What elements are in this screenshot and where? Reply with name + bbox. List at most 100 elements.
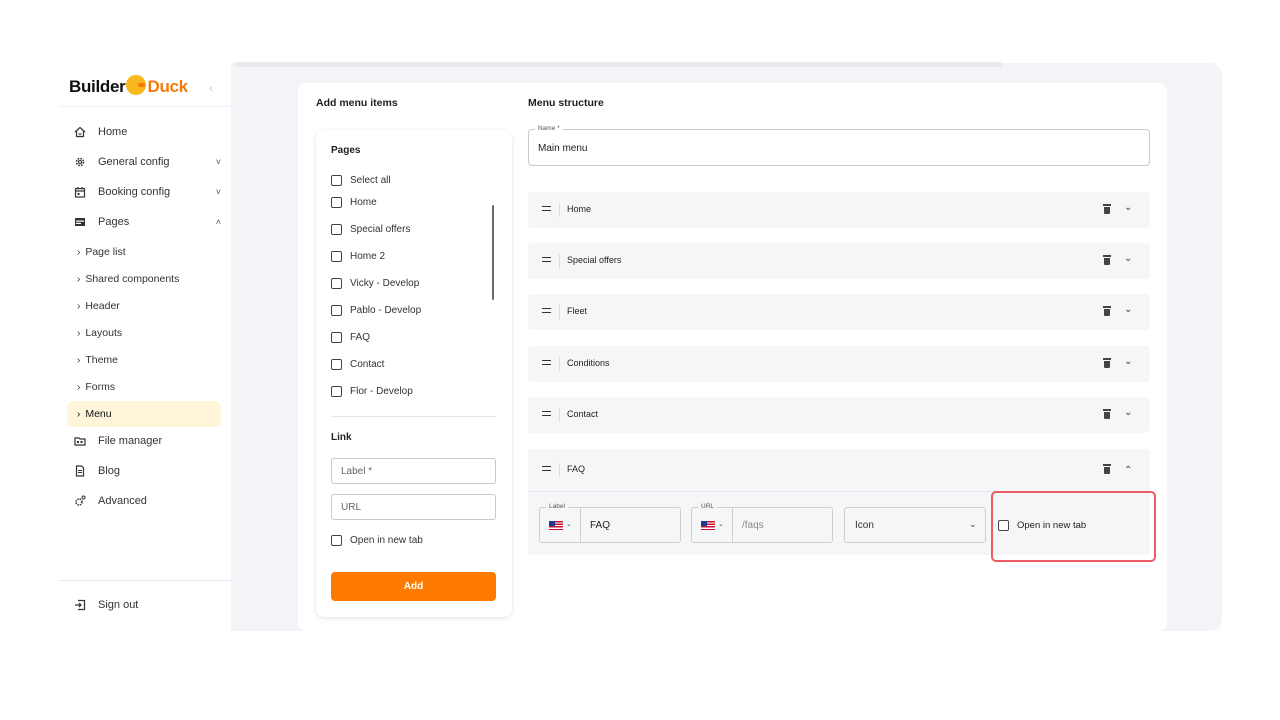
brand-logo[interactable]: Builder Duck: [69, 75, 188, 97]
chevron-down-icon[interactable]: ⌄: [718, 520, 724, 528]
checkbox-box[interactable]: [331, 174, 342, 186]
link-open-new-tab-checkbox[interactable]: Open in new tab: [331, 533, 423, 547]
chevron-right-icon: ›: [77, 273, 81, 285]
sidebar-item-label: File manager: [98, 435, 163, 447]
sidebar-item-advanced[interactable]: Advanced: [73, 491, 223, 511]
sidebar-subitem-theme[interactable]: › Theme: [77, 351, 118, 369]
page-checkbox-vicky-develop[interactable]: Vicky - Develop: [331, 276, 419, 290]
trash-icon[interactable]: [1103, 255, 1111, 265]
checkbox-label: Vicky - Develop: [350, 277, 420, 289]
sidebar-subitem-page-list[interactable]: › Page list: [77, 243, 126, 261]
page-checkbox-home-2[interactable]: Home 2: [331, 249, 385, 263]
sidebar-item-general-config[interactable]: General config ˅: [73, 152, 223, 172]
chevron-left-icon[interactable]: ‹: [209, 81, 213, 95]
chevron-right-icon: ›: [77, 300, 81, 312]
menu-row-special-offers[interactable]: Special offers ⌄: [528, 243, 1150, 279]
chevron-down-icon: ˅: [215, 187, 221, 197]
menu-row-fleet[interactable]: Fleet ⌄: [528, 294, 1150, 330]
icon-select-value: Icon: [855, 520, 874, 531]
icon-select[interactable]: Icon ⌄: [844, 507, 986, 543]
add-button[interactable]: Add: [331, 572, 496, 601]
drag-handle-icon[interactable]: [542, 360, 551, 365]
checkbox-label: Special offers: [350, 223, 411, 235]
page-checkbox-flor-develop[interactable]: Flor - Develop: [331, 384, 413, 398]
checkbox-label: Open in new tab: [350, 534, 423, 546]
menu-name-legend: Name *: [535, 125, 563, 132]
top-scroll-strip: [235, 62, 1002, 67]
menu-row-home[interactable]: Home ⌄: [528, 192, 1150, 228]
pages-list-scrollbar[interactable]: [492, 205, 494, 300]
page-checkbox-home[interactable]: Home: [331, 195, 377, 209]
page-checkbox-contact[interactable]: Contact: [331, 357, 384, 371]
faq-url-field[interactable]: URL ⌄ /faqs: [691, 503, 833, 543]
trash-icon[interactable]: [1103, 464, 1111, 474]
checkbox-box[interactable]: [331, 277, 342, 289]
pages-icon: [73, 215, 87, 229]
field-separator: [732, 508, 733, 542]
sidebar-subitem-header[interactable]: › Header: [77, 297, 120, 315]
checkbox-box[interactable]: [331, 331, 342, 343]
us-flag-icon[interactable]: [549, 521, 563, 530]
trash-icon[interactable]: [1103, 358, 1111, 368]
checkbox-box[interactable]: [331, 223, 342, 235]
checkbox-label: Contact: [350, 358, 385, 370]
sidebar-divider: [59, 580, 231, 581]
faq-label-field[interactable]: Label ⌄ FAQ: [539, 503, 681, 543]
page-checkbox-faq[interactable]: FAQ: [331, 330, 370, 344]
sidebar-item-pages[interactable]: Pages ˄: [73, 212, 223, 232]
chevron-down-icon[interactable]: ⌄: [1124, 253, 1132, 264]
row-separator: [559, 203, 560, 217]
checkbox-box[interactable]: [331, 385, 342, 397]
link-url-input[interactable]: [331, 494, 496, 520]
sidebar-subitem-layouts[interactable]: › Layouts: [77, 324, 122, 342]
brand-name-part1: Builder: [69, 77, 126, 96]
checkbox-box[interactable]: [331, 304, 342, 316]
chevron-down-icon[interactable]: ⌄: [566, 520, 572, 528]
sidebar-item-booking-config[interactable]: Booking config ˅: [73, 182, 223, 202]
menu-row-conditions[interactable]: Conditions ⌄: [528, 346, 1150, 382]
drag-handle-icon[interactable]: [542, 257, 551, 262]
trash-icon[interactable]: [1103, 204, 1111, 214]
page-checkbox-special-offers[interactable]: Special offers: [331, 222, 410, 236]
row-separator: [559, 357, 560, 371]
document-icon: [73, 464, 87, 478]
checkbox-box[interactable]: [331, 358, 342, 370]
select-all-checkbox[interactable]: Select all: [331, 173, 391, 187]
checkbox-label: Home 2: [350, 250, 386, 262]
field-legend: Label: [546, 503, 568, 510]
us-flag-icon[interactable]: [701, 521, 715, 530]
chevron-down-icon[interactable]: ⌄: [1124, 202, 1132, 213]
faq-label-value[interactable]: FAQ: [590, 520, 610, 531]
checkbox-box[interactable]: [331, 534, 342, 546]
chevron-down-icon[interactable]: ⌄: [1124, 304, 1132, 315]
sidebar-item-file-manager[interactable]: File manager: [73, 431, 223, 451]
trash-icon[interactable]: [1103, 306, 1111, 316]
drag-handle-icon[interactable]: [542, 466, 551, 471]
page-checkbox-pablo-develop[interactable]: Pablo - Develop: [331, 303, 421, 317]
menu-row-label: FAQ: [567, 464, 586, 474]
menu-row-faq[interactable]: FAQ ⌃: [528, 452, 1150, 488]
sidebar-subitem-menu[interactable]: › Menu: [77, 405, 112, 423]
sidebar-item-blog[interactable]: Blog: [73, 461, 223, 481]
checkbox-box[interactable]: [331, 196, 342, 208]
sign-out-button[interactable]: Sign out: [73, 595, 223, 615]
checkbox-box[interactable]: [331, 250, 342, 262]
trash-icon[interactable]: [1103, 409, 1111, 419]
drag-handle-icon[interactable]: [542, 206, 551, 211]
menu-row-contact[interactable]: Contact ⌄: [528, 397, 1150, 433]
sidebar-item-home[interactable]: Home: [73, 122, 223, 142]
menu-name-value[interactable]: Main menu: [538, 143, 587, 154]
chevron-down-icon[interactable]: ⌄: [1124, 356, 1132, 367]
faq-url-placeholder[interactable]: /faqs: [742, 520, 764, 531]
sidebar: Builder Duck ‹ Home General config ˅ Boo…: [59, 63, 231, 631]
chevron-up-icon[interactable]: ⌃: [1124, 465, 1132, 476]
checkbox-label: Select all: [350, 174, 391, 186]
sidebar-subitem-shared-components[interactable]: › Shared components: [77, 270, 179, 288]
link-label-input[interactable]: [331, 458, 496, 484]
sidebar-subitem-forms[interactable]: › Forms: [77, 378, 115, 396]
chevron-down-icon[interactable]: ⌄: [1124, 407, 1132, 418]
drag-handle-icon[interactable]: [542, 308, 551, 313]
menu-name-field[interactable]: Name * Main menu: [528, 125, 1150, 166]
sidebar-subitem-label: Forms: [85, 381, 116, 393]
drag-handle-icon[interactable]: [542, 411, 551, 416]
